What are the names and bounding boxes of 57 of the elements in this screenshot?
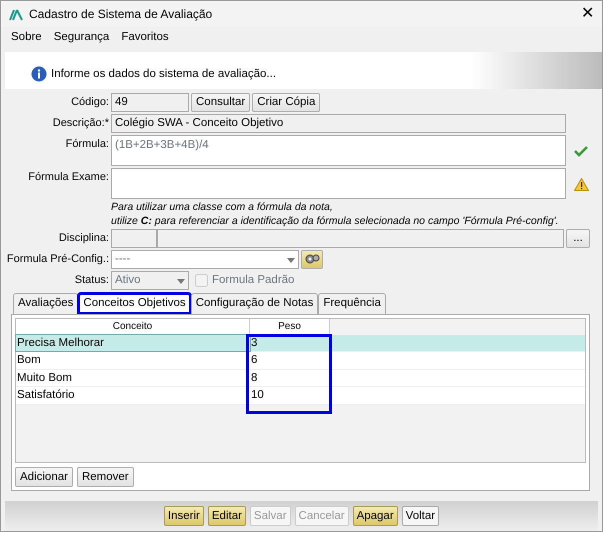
table-cell: Bom: [17, 354, 41, 366]
field-label: Fórmula Exame:: [27, 170, 109, 186]
browse-button[interactable]: ...: [566, 229, 590, 248]
menu-item[interactable]: Favoritos: [121, 28, 169, 46]
action-button[interactable]: Consultar: [191, 93, 250, 112]
table-cell: Muito Bom: [17, 372, 72, 384]
action-button[interactable]: Adicionar: [15, 467, 73, 488]
tab[interactable]: Conceitos Objetivos: [78, 293, 191, 314]
hint-text: Para utilizar uma classe com a fórmula da nota,: [111, 201, 334, 214]
description-field[interactable]: Colégio SWA - Conceito Objetivo: [111, 114, 566, 134]
settings-button[interactable]: [301, 250, 323, 270]
footer-button[interactable]: Editar: [208, 506, 246, 526]
table-row[interactable]: Bom 6: [16, 352, 585, 370]
discipline-field[interactable]: [157, 229, 564, 248]
gear-icon: [304, 253, 320, 266]
status-dropdown[interactable]: Ativo: [111, 271, 189, 290]
action-button[interactable]: Remover: [76, 467, 134, 488]
field-label: Fórmula:: [64, 137, 109, 152]
table-cell: Satisfatório: [17, 389, 75, 402]
column-header[interactable]: Conceito: [16, 318, 250, 335]
action-button[interactable]: Criar Cópia: [252, 93, 320, 112]
caret-icon: [287, 258, 295, 264]
exam-formula-field[interactable]: [111, 168, 566, 200]
tab[interactable]: Configuração de Notas: [190, 293, 318, 314]
footer-button[interactable]: Inserir: [164, 506, 204, 526]
table-cell: 6: [251, 354, 258, 366]
table-cell: 8: [251, 372, 258, 384]
menu-item[interactable]: Segurança: [54, 28, 110, 46]
field-label: Descrição:*: [52, 116, 109, 132]
field-label: Disciplina:: [58, 231, 109, 246]
checkbox-label: Formula Padrão: [212, 273, 294, 288]
column-header[interactable]: Peso: [250, 318, 330, 335]
table-row[interactable]: Satisfatório 10: [16, 387, 585, 405]
info-icon: [31, 66, 47, 82]
hint-text: utilize C: para referenciar a identificação da fórmula selecionada no campo 'Fórmula Pré-config'.: [111, 215, 560, 228]
app-logo-icon: [9, 8, 23, 21]
table-cell: Precisa Melhorar: [17, 336, 104, 349]
formula-dropdown[interactable]: ----: [111, 250, 299, 270]
field-label: Status:: [74, 273, 109, 288]
field-label: Formula Pré-Config.:: [6, 252, 109, 268]
info-message: Informe os dados do sistema de avaliação...: [51, 67, 276, 82]
caret-icon: [177, 279, 185, 284]
window-title: Cadastro de Sistema de Avaliação: [29, 6, 214, 24]
menu-item[interactable]: Sobre: [11, 28, 42, 46]
close-button[interactable]: ✕: [581, 2, 594, 26]
tab[interactable]: Avaliações: [13, 293, 78, 314]
table-cell: 10: [251, 389, 264, 402]
code-field[interactable]: [111, 229, 157, 248]
footer-button[interactable]: Voltar: [402, 506, 440, 526]
table-row[interactable]: Precisa Melhorar 3: [16, 334, 585, 352]
code-field[interactable]: 49: [111, 93, 189, 112]
tab[interactable]: Frequência: [318, 293, 386, 314]
footer-button[interactable]: Apagar: [352, 506, 398, 526]
table-cell: 3: [251, 336, 258, 349]
field-label: Código:: [70, 95, 109, 110]
table-row[interactable]: Muito Bom 8: [16, 370, 585, 388]
formula-field[interactable]: (1B+2B+3B+4B)/4: [111, 135, 566, 166]
